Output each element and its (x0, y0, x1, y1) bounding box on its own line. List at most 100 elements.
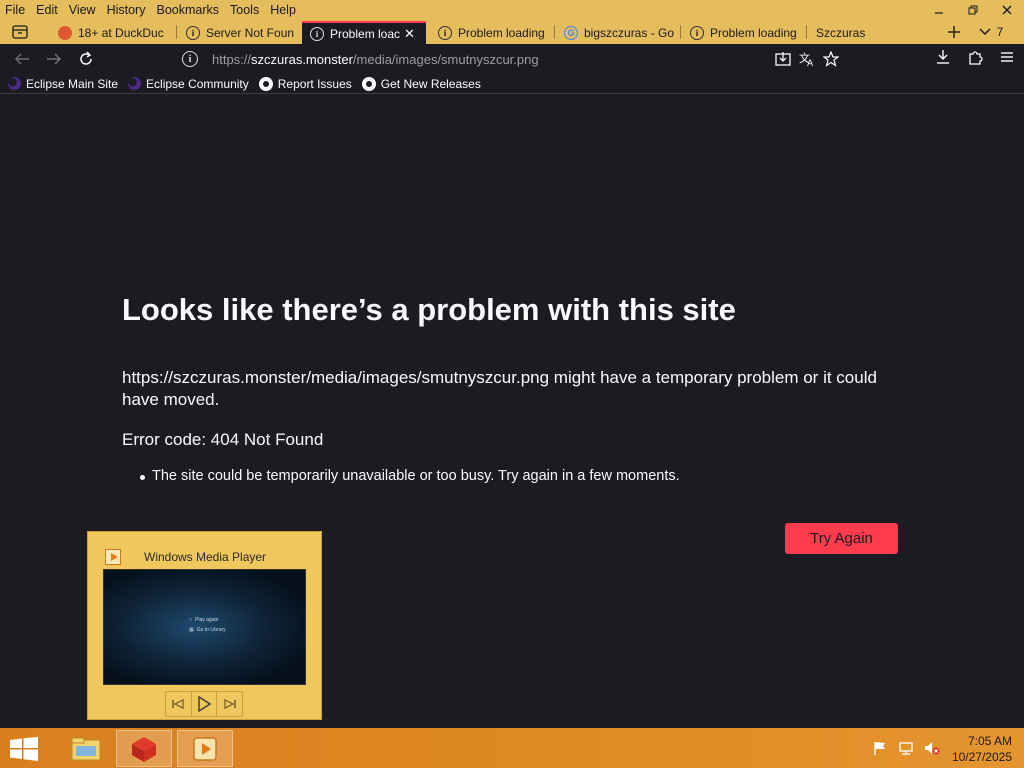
media-player-icon (193, 736, 217, 761)
minimize-button[interactable] (922, 0, 956, 20)
previous-track-button[interactable] (166, 692, 192, 716)
close-window-button[interactable] (990, 0, 1024, 20)
tab-label: Server Not Foun (206, 25, 295, 40)
url-bar[interactable]: i https://szczuras.monster/media/images/… (176, 46, 844, 72)
menu-file[interactable]: File (0, 0, 31, 20)
back-button[interactable] (10, 48, 34, 70)
restore-button[interactable] (956, 0, 990, 20)
video-line-label: Go to Library (196, 627, 226, 633)
media-player-title: Windows Media Player (144, 550, 267, 564)
minimize-icon (935, 12, 943, 14)
try-again-button[interactable]: Try Again (785, 523, 898, 554)
save-to-device-icon (775, 52, 791, 66)
translate-icon: 文A (799, 51, 814, 67)
tab-label: Problem loading (710, 25, 797, 40)
bookmark-report-issues[interactable]: Report Issues (258, 76, 352, 91)
url-path: /media/images/smutnyszcur.png (352, 51, 539, 67)
tab-server-not-found[interactable]: i Server Not Foun (178, 21, 300, 44)
tab-count: 7 (996, 25, 1004, 39)
close-icon (1002, 5, 1012, 15)
media-player-icon (105, 549, 121, 565)
forward-button[interactable] (42, 48, 66, 70)
error-description: https://szczuras.monster/media/images/sm… (122, 368, 877, 409)
hamburger-menu-icon (1001, 52, 1013, 62)
tab-close-icon[interactable]: ✕ (404, 26, 415, 42)
library-icon: ▦ (189, 627, 194, 633)
media-player-video-area[interactable]: ○ Play again ▦ Go to Library (103, 569, 306, 685)
downloads-button[interactable] (934, 48, 952, 66)
play-again-link[interactable]: ○ Play again (189, 617, 218, 623)
tab-label: 18+ at DuckDuc (78, 25, 164, 40)
info-icon: i (690, 25, 704, 40)
replay-icon: ○ (189, 617, 193, 623)
bookmark-eclipse-main-site[interactable]: Eclipse Main Site (8, 77, 118, 91)
bookmarks-toolbar: Eclipse Main Site Eclipse Community Repo… (0, 74, 1024, 94)
error-reasons-list: The site could be temporarily unavailabl… (140, 468, 680, 484)
eclipse-icon (128, 77, 142, 90)
chevron-down-icon (979, 28, 991, 35)
next-track-button[interactable] (217, 692, 242, 716)
bookmark-star-button[interactable] (822, 50, 840, 68)
new-tab-button[interactable] (942, 22, 966, 42)
svg-text:A: A (807, 59, 814, 67)
action-center-flag-icon[interactable] (872, 740, 888, 756)
menu-history[interactable]: History (102, 0, 152, 20)
info-icon: i (438, 25, 452, 40)
bookmark-get-new-releases[interactable]: Get New Releases (361, 76, 481, 91)
puzzle-icon (969, 51, 983, 65)
forward-arrow-icon (47, 53, 62, 65)
volume-muted-icon[interactable] (924, 740, 940, 756)
menu-tools[interactable]: Tools (225, 0, 265, 20)
info-icon: i (186, 25, 200, 40)
taskbar-clock[interactable]: 7:05 AM 10/27/2025 (952, 733, 1012, 765)
url-text[interactable]: https://szczuras.monster/media/images/sm… (212, 52, 539, 67)
play-button[interactable] (192, 692, 218, 716)
menu-bar: File Edit View History Bookmarks Tools H… (0, 0, 1024, 20)
menu-help[interactable]: Help (265, 0, 302, 20)
tab-separator (680, 25, 681, 39)
tab-label: bigszczuras - Go (584, 25, 675, 40)
menu-edit[interactable]: Edit (31, 0, 64, 20)
tab-separator (806, 25, 807, 39)
network-icon[interactable] (898, 740, 914, 756)
tab-separator (554, 25, 555, 39)
bookmark-label: Eclipse Main Site (26, 76, 119, 91)
translate-button[interactable]: 文A (798, 50, 816, 68)
github-icon (361, 76, 376, 91)
app-cube-icon (132, 736, 156, 762)
tab-problem-loading-active[interactable]: i Problem loac ✕ (302, 21, 426, 44)
bookmark-label: Eclipse Community (146, 76, 249, 91)
taskbar-firefox-app[interactable] (116, 730, 172, 767)
clock-time: 7:05 AM (967, 734, 1012, 748)
list-all-tabs-button[interactable]: 7 (972, 22, 1010, 42)
navigation-bar: i https://szczuras.monster/media/images/… (0, 44, 1024, 74)
video-line-label: Play again (195, 617, 219, 623)
tab-szczuras[interactable]: Szczuras (808, 21, 930, 44)
bookmark-eclipse-community[interactable]: Eclipse Community (128, 77, 249, 91)
reload-button[interactable] (74, 48, 98, 70)
tab-label: Szczuras (816, 25, 866, 40)
media-player-window[interactable]: Windows Media Player ○ Play again ▦ Go to … (87, 531, 322, 720)
tab-problem-loading-2[interactable]: i Problem loading (682, 21, 804, 44)
info-icon: i (310, 26, 324, 41)
tab-label: Problem loading (458, 25, 545, 40)
site-info-icon[interactable]: i (182, 51, 198, 67)
url-host: szczuras.monster (251, 51, 353, 67)
tab-duckduckgo[interactable]: 18+ at DuckDuc (50, 21, 172, 44)
extensions-button[interactable] (966, 48, 984, 66)
tab-list-button[interactable] (8, 22, 32, 42)
taskbar-media-player[interactable] (177, 730, 233, 767)
tab-problem-loading[interactable]: i Problem loading (430, 21, 552, 44)
folder-icon (71, 737, 101, 760)
taskbar-file-explorer[interactable] (58, 730, 114, 767)
plus-icon (948, 26, 960, 38)
windows-start-icon[interactable] (10, 737, 38, 761)
back-arrow-icon (14, 53, 29, 65)
tab-google-search[interactable]: G bigszczuras - Go (556, 21, 678, 44)
duckduckgo-icon (58, 25, 72, 40)
app-menu-button[interactable] (998, 48, 1016, 66)
go-to-library-link[interactable]: ▦ Go to Library (189, 627, 226, 633)
menu-view[interactable]: View (64, 0, 102, 20)
menu-bookmarks[interactable]: Bookmarks (151, 0, 225, 20)
save-page-button[interactable] (774, 50, 792, 68)
